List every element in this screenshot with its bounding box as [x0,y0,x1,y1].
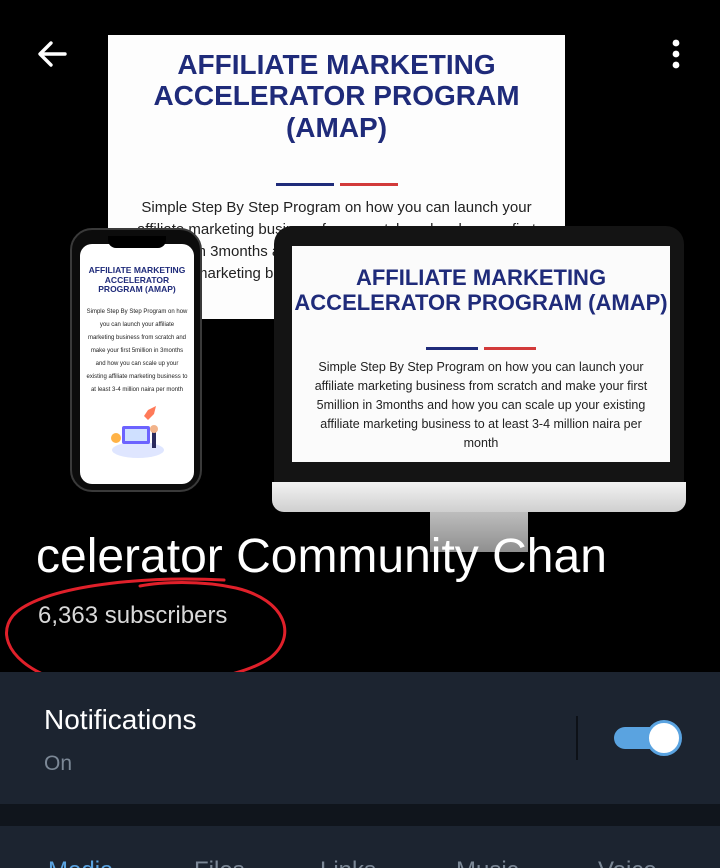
channel-cover-image: AFFILIATE MARKETING ACCELERATOR PROGRAM … [0,0,720,560]
phone-screen-description: Simple Step By Step Program on how you c… [86,309,188,393]
notifications-status: On [44,752,73,775]
laptop-screen: AFFILIATE MARKETING ACCELERATOR PROGRAM … [292,246,670,462]
media-tabs: Media Files Links Music Voice [0,826,720,868]
notifications-divider [576,716,578,760]
laptop-frame: AFFILIATE MARKETING ACCELERATOR PROGRAM … [274,226,684,486]
more-options-button[interactable] [652,30,700,78]
laptop-base [272,482,686,512]
laptop-mockup: AFFILIATE MARKETING ACCELERATOR PROGRAM … [272,226,686,552]
subscriber-count: 6,363 subscribers [38,602,228,629]
tab-files[interactable]: Files [194,856,245,868]
tab-media[interactable]: Media [48,856,113,868]
laptop-screen-divider [292,347,670,350]
notifications-label: Notifications [44,704,197,735]
section-divider [0,804,720,826]
tab-voice[interactable]: Voice [598,856,657,868]
phone-notch [108,236,166,248]
laptop-screen-title: AFFILIATE MARKETING ACCELERATOR PROGRAM … [294,265,668,315]
notifications-row[interactable]: Notifications On [0,672,720,804]
rocket-illustration-icon [111,406,164,458]
back-button[interactable] [28,30,76,78]
tab-links[interactable]: Links [320,856,376,868]
arrow-left-icon [38,41,67,67]
channel-header: AFFILIATE MARKETING ACCELERATOR PROGRAM … [0,0,720,672]
laptop-screen-description: Simple Step By Step Program on how you c… [314,360,648,450]
promo-flyer-divider [108,183,565,186]
tab-music[interactable]: Music [456,856,519,868]
notifications-toggle[interactable] [614,720,682,756]
more-vertical-icon [672,39,680,69]
phone-mockup: AFFILIATE MARKETING ACCELERATOR PROGRAM … [70,228,202,492]
phone-screen: AFFILIATE MARKETING ACCELERATOR PROGRAM … [80,244,194,484]
phone-screen-title: AFFILIATE MARKETING ACCELERATOR PROGRAM … [88,265,186,295]
channel-title: celerator Community Chan [36,530,607,583]
toggle-thumb [646,720,682,756]
promo-flyer-title: AFFILIATE MARKETING ACCELERATOR PROGRAM … [153,49,520,143]
